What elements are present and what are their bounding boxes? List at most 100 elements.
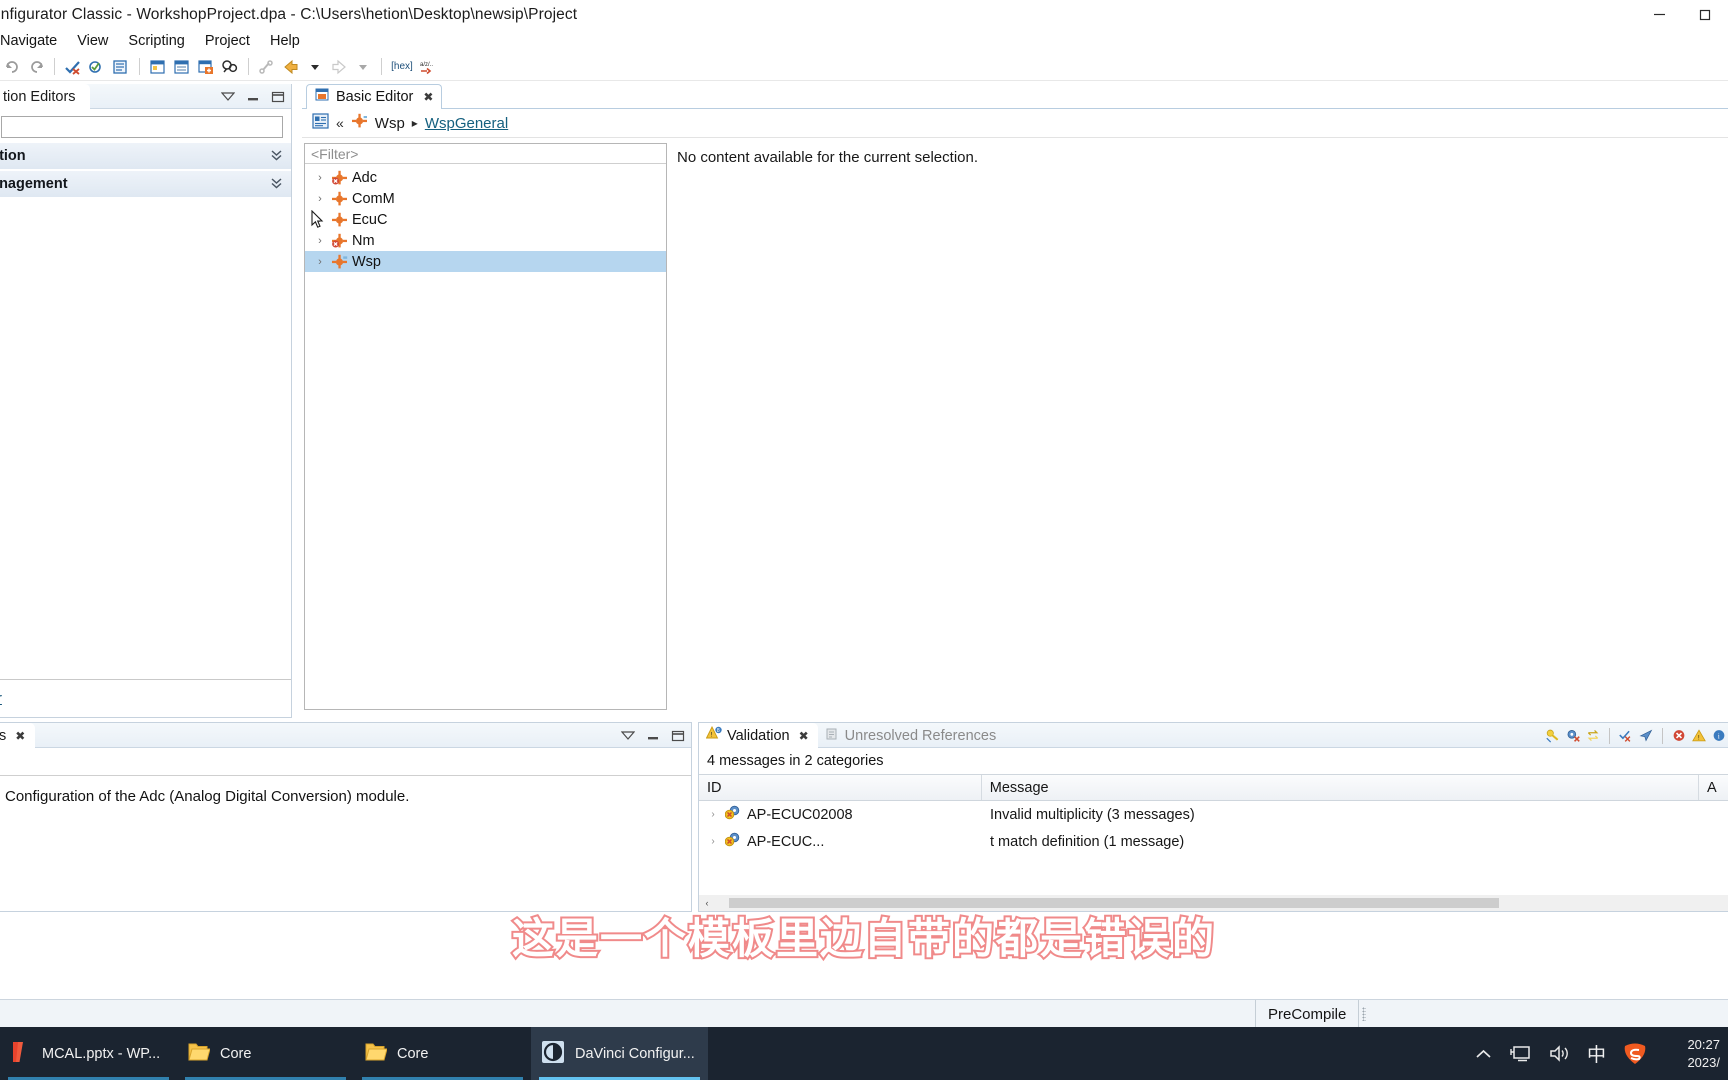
validation-row-id: AP-ECUC02008 — [747, 806, 853, 823]
scroll-left-icon[interactable]: ‹ — [699, 898, 715, 908]
chevron-right-icon[interactable]: › — [313, 256, 327, 268]
restore-button[interactable] — [1682, 0, 1728, 29]
menu-view[interactable]: View — [67, 31, 118, 51]
chevron-right-icon[interactable]: › — [313, 235, 327, 247]
chevron-double-down-icon[interactable] — [270, 148, 283, 164]
basic-editor: Basic Editor ✖ « Wsp ▸ WspGeneral <Filte… — [302, 84, 1728, 718]
maximize-view-icon[interactable] — [671, 729, 685, 743]
table-row[interactable]: › AP-ECUC... t match definition (1 messa… — [699, 828, 1728, 855]
tree-row-label: Adc — [352, 169, 377, 186]
column-header-a[interactable]: A — [1699, 775, 1728, 800]
taskbar-item-davinci[interactable]: DaVinci Configur... — [531, 1027, 708, 1080]
unresolved-references-tab-icon — [825, 727, 840, 745]
back-icon[interactable] — [280, 56, 302, 78]
section-management[interactable]: anagement — [0, 170, 291, 197]
show-hidden-icons-icon[interactable] — [1474, 1047, 1493, 1061]
status-resize-grip[interactable] — [1362, 1007, 1366, 1021]
taskbar-item-label: Core — [220, 1045, 252, 1062]
column-header-id[interactable]: ID — [699, 775, 982, 800]
minimize-view-icon[interactable] — [246, 90, 260, 104]
tree-row-label: EcuC — [352, 211, 388, 228]
section-configuration[interactable]: ation — [0, 142, 291, 169]
sogou-input-icon[interactable] — [1622, 1042, 1648, 1066]
tab-basic-editor[interactable]: Basic Editor ✖ — [306, 84, 443, 109]
editor-home-icon[interactable] — [312, 112, 329, 134]
close-icon[interactable]: ✖ — [15, 729, 25, 743]
view-menu-icon[interactable] — [621, 729, 635, 743]
breadcrumb-collapse-icon[interactable]: « — [336, 115, 344, 131]
chevron-right-icon[interactable]: › — [707, 809, 719, 820]
menu-navigate[interactable]: Navigate — [0, 31, 67, 51]
table-row[interactable]: › AP-ECUC02008 Invalid multiplicity (3 m… — [699, 801, 1728, 828]
solve-issue-icon[interactable] — [1546, 729, 1560, 743]
chevron-right-icon[interactable]: › — [313, 172, 327, 184]
hex-display-icon[interactable]: [hex] — [389, 56, 415, 78]
generate-icon[interactable] — [110, 56, 132, 78]
view-menu-icon[interactable] — [221, 90, 235, 104]
open-editor-link[interactable]: tor — [0, 691, 2, 707]
close-icon[interactable]: ✖ — [799, 729, 809, 743]
breadcrumb-current[interactable]: WspGeneral — [425, 115, 508, 132]
scrollbar-thumb[interactable] — [729, 898, 1499, 908]
volume-icon[interactable] — [1548, 1044, 1571, 1063]
tree-row-comm[interactable]: › ComM — [305, 188, 666, 209]
tree-filter-input[interactable]: <Filter> — [305, 144, 666, 164]
tree-row-adc[interactable]: › Adc — [305, 167, 666, 188]
tab-configuration-editors[interactable]: tion Editors — [0, 84, 90, 109]
warnings-icon[interactable]: ! — [1692, 729, 1706, 743]
wps-powerpoint-icon — [10, 1040, 32, 1068]
description-text: Configuration of the Adc (Analog Digital… — [5, 788, 410, 805]
forward-icon[interactable] — [328, 56, 350, 78]
chevron-right-icon[interactable]: › — [313, 193, 327, 205]
search-icon[interactable] — [219, 56, 241, 78]
tree-row-ecuc[interactable]: › EcuC — [305, 209, 666, 230]
add-module-icon[interactable] — [195, 56, 217, 78]
taskbar-item-mcal-pptx[interactable]: MCAL.pptx - WP... — [0, 1027, 177, 1080]
errors-icon[interactable] — [1672, 729, 1686, 743]
network-icon[interactable] — [1509, 1044, 1532, 1063]
tree-row-nm[interactable]: › Nm — [305, 230, 666, 251]
validation-horizontal-scrollbar[interactable]: ‹ — [699, 895, 1728, 911]
scrollbar-track[interactable] — [715, 895, 1728, 911]
system-tray: 中 20:27 2023/ — [1474, 1027, 1728, 1080]
status-precompile[interactable]: PreCompile — [1255, 1000, 1360, 1028]
minimize-view-icon[interactable] — [646, 729, 660, 743]
toggle-grouping-icon[interactable] — [1586, 729, 1600, 743]
taskbar-item-core-1[interactable]: Core — [177, 1027, 354, 1080]
filter-icon[interactable] — [1639, 729, 1653, 743]
redo-icon[interactable] — [25, 56, 47, 78]
maximize-view-icon[interactable] — [271, 90, 285, 104]
svg-text:!: ! — [711, 732, 713, 739]
remove-solution-icon[interactable] — [1566, 729, 1580, 743]
taskbar-item-core-2[interactable]: Core — [354, 1027, 531, 1080]
chevron-right-icon[interactable]: › — [707, 836, 719, 847]
menu-help[interactable]: Help — [260, 31, 310, 51]
validate-icon[interactable] — [62, 56, 84, 78]
validation-table: ID Message A › AP-ECUC02008 Invalid mult… — [699, 774, 1728, 855]
clear-icon[interactable] — [1619, 729, 1633, 743]
clock[interactable]: 20:27 2023/ — [1664, 1036, 1720, 1071]
menu-project[interactable]: Project — [195, 31, 260, 51]
tab-unresolved-references[interactable]: Unresolved References — [818, 723, 1006, 748]
forward-dropdown-icon[interactable] — [352, 56, 374, 78]
column-header-message[interactable]: Message — [982, 775, 1700, 800]
ime-chinese-icon[interactable]: 中 — [1587, 1040, 1606, 1067]
tab-validation[interactable]: ! 8 Validation ✖ — [699, 723, 818, 748]
chevron-double-down-icon[interactable] — [270, 176, 283, 192]
tab-description-label: s — [0, 727, 7, 744]
new-editor-icon[interactable] — [147, 56, 169, 78]
abc-display-icon[interactable]: a/z/.. — [417, 56, 443, 78]
basic-editor-icon[interactable] — [171, 56, 193, 78]
link-with-editor-icon[interactable] — [256, 56, 278, 78]
validate-all-icon[interactable] — [86, 56, 108, 78]
tab-description[interactable]: s ✖ — [0, 723, 36, 748]
configuration-editors-filter-input[interactable] — [1, 116, 283, 138]
undo-icon[interactable] — [1, 56, 23, 78]
close-icon[interactable]: ✖ — [423, 90, 433, 104]
minimize-button[interactable] — [1636, 0, 1682, 29]
tree-row-wsp[interactable]: › Wsp — [305, 251, 666, 272]
breadcrumb-root[interactable]: Wsp — [375, 115, 405, 132]
menu-scripting[interactable]: Scripting — [118, 31, 194, 51]
info-icon[interactable]: i — [1712, 729, 1726, 743]
back-dropdown-icon[interactable] — [304, 56, 326, 78]
